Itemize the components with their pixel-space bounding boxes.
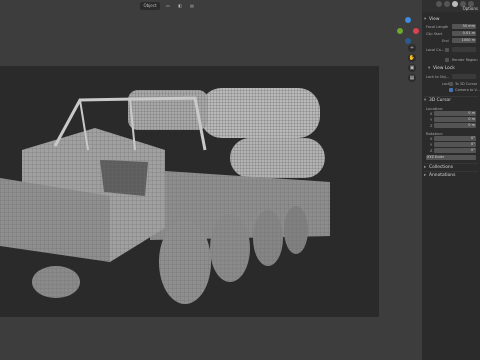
- view-lock-title: View Lock: [433, 66, 455, 71]
- rot-z-field[interactable]: 0°: [434, 148, 476, 153]
- clip-end-label: End: [442, 39, 449, 43]
- solid-shading-icon[interactable]: [452, 1, 458, 7]
- view-menu-icon[interactable]: ▭: [164, 2, 172, 10]
- rot-z-axis: Z: [430, 149, 433, 153]
- cursor-section-title: 3D Cursor: [429, 98, 452, 103]
- render-region-label: Render Region: [452, 58, 478, 62]
- sidebar-panel: Options ▾ View Focal Length 50 mm Clip St…: [422, 0, 480, 360]
- add-menu-icon[interactable]: ▤: [188, 2, 196, 10]
- loc-z-field[interactable]: 0 m: [434, 123, 476, 128]
- camera-to-view-checkbox[interactable]: [449, 88, 453, 92]
- select-menu-icon[interactable]: ◧: [176, 2, 184, 10]
- clip-start-field[interactable]: 0.01 m: [452, 31, 476, 36]
- clip-end-field[interactable]: 1000 m: [452, 38, 476, 43]
- annotations-header[interactable]: ▸ Annotations: [424, 172, 478, 179]
- loc-y-field[interactable]: 0 m: [434, 117, 476, 122]
- view-lock-header[interactable]: ▾ View Lock: [428, 65, 478, 72]
- rotation-mode-dropdown[interactable]: XYZ Euler: [426, 155, 476, 160]
- loc-x-axis: X: [430, 112, 433, 116]
- blender-window: Object ▭ ◧ ▤ + ✋ ▣ ▦ Options ▾ View Foca…: [0, 0, 480, 360]
- rot-x-axis: X: [430, 137, 433, 141]
- camera-to-view-label: Camera to V...: [455, 88, 480, 92]
- lock-object-label: Lock to Obj...: [426, 75, 450, 79]
- options-tab[interactable]: Options: [463, 6, 478, 11]
- loc-y-axis: Y: [430, 118, 433, 122]
- lock-cursor-label: To 3D Cursor: [455, 82, 478, 86]
- loc-x-field[interactable]: 0 m: [434, 111, 476, 116]
- annotations-title: Annotations: [429, 173, 456, 178]
- cursor-section-header[interactable]: ▾ 3D Cursor: [424, 97, 478, 104]
- mode-dropdown[interactable]: Object: [140, 2, 160, 10]
- perspective-toggle-icon[interactable]: ▦: [408, 74, 416, 82]
- lock-cursor-checkbox[interactable]: [449, 82, 453, 86]
- rot-x-field[interactable]: 0°: [434, 136, 476, 141]
- pan-hand-icon[interactable]: ✋: [408, 54, 416, 62]
- y-axis-icon[interactable]: [397, 28, 403, 34]
- 3d-viewport[interactable]: Object ▭ ◧ ▤ + ✋ ▣ ▦: [0, 0, 420, 360]
- viewport-header: Object ▭ ◧ ▤: [0, 0, 420, 12]
- zoom-icon[interactable]: +: [408, 44, 416, 52]
- camera-view-icon[interactable]: ▣: [408, 64, 416, 72]
- missile-launcher-render[interactable]: [0, 0, 420, 360]
- clip-start-label: Clip Start: [426, 32, 443, 36]
- view-section-header[interactable]: ▾ View: [424, 16, 478, 23]
- local-camera-label: Local Ca...: [426, 48, 445, 52]
- focal-length-field[interactable]: 50 mm: [452, 24, 476, 29]
- loc-z-axis: Z: [430, 124, 433, 128]
- render-region-checkbox[interactable]: [445, 58, 449, 62]
- lock-object-field[interactable]: [452, 74, 476, 79]
- local-camera-checkbox[interactable]: [445, 48, 449, 52]
- z-axis-icon[interactable]: [405, 17, 411, 23]
- rot-y-axis: Y: [430, 143, 433, 147]
- focal-length-label: Focal Length: [426, 25, 449, 29]
- overlay-icon[interactable]: [436, 1, 442, 7]
- collections-header[interactable]: ▸ Collections: [424, 164, 478, 171]
- local-camera-field[interactable]: [452, 47, 476, 52]
- xray-icon[interactable]: [444, 1, 450, 7]
- collections-title: Collections: [429, 165, 454, 170]
- rot-y-field[interactable]: 0°: [434, 142, 476, 147]
- view-section-title: View: [429, 17, 440, 22]
- neg-z-axis-icon[interactable]: [405, 38, 411, 44]
- x-axis-icon[interactable]: [413, 28, 419, 34]
